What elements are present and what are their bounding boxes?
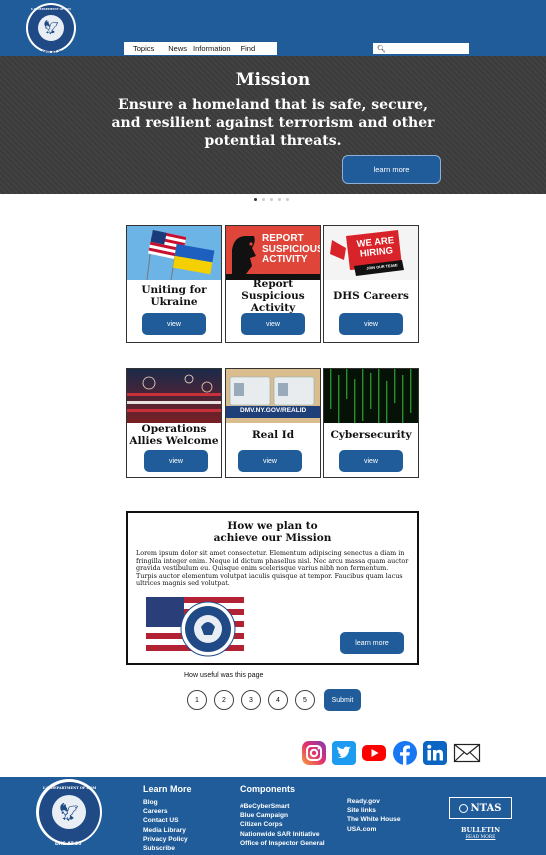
ntas-read-more-link[interactable]: READ MORE xyxy=(449,835,512,840)
hero-title: Mission xyxy=(235,70,311,90)
rating-option-2[interactable]: 2 xyxy=(214,690,234,710)
footer-link-becybersmart[interactable]: #BeCyberSmart xyxy=(240,802,325,811)
card-real-id: DMV.NY.GOV/REALID Real Id view xyxy=(225,368,321,478)
facebook-icon[interactable] xyxy=(392,740,418,766)
footer-link-blog[interactable]: Blog xyxy=(143,798,188,807)
plan-title: How we plan to achieve our Mission xyxy=(213,520,332,544)
rating-submit-button[interactable]: Submit xyxy=(324,689,361,711)
usefulness-question: How useful was this page xyxy=(184,672,264,679)
report-suspicious-activity-graphic-text: REPORT SUSPICIOUS ACTIVITY xyxy=(262,233,320,265)
footer-components-links: #BeCyberSmart Blue Campaign Citizen Corp… xyxy=(240,802,325,848)
footer-link-usa-com[interactable]: USA.com xyxy=(347,825,400,834)
card-title: DHS Careers xyxy=(333,290,409,302)
carousel-dot-4[interactable] xyxy=(278,198,281,201)
nav-item-news[interactable]: News xyxy=(168,44,187,53)
carousel-dot-5[interactable] xyxy=(286,198,289,201)
dhs-seal-flag-image xyxy=(146,597,244,659)
footer-link-white-house[interactable]: The White House xyxy=(347,815,400,824)
carousel-dot-3[interactable] xyxy=(270,198,273,201)
footer-link-contact-us[interactable]: Contact US xyxy=(143,816,188,825)
rating-option-3[interactable]: 3 xyxy=(241,690,261,710)
footer-link-privacy-policy[interactable]: Privacy Policy xyxy=(143,835,188,844)
report-suspicious-activity-image: REPORT SUSPICIOUS ACTIVITY xyxy=(226,226,320,280)
footer-eagle-icon: 🦅︎ xyxy=(52,795,86,829)
card-view-button[interactable]: view xyxy=(339,450,403,472)
real-id-cards-image: DMV.NY.GOV/REALID xyxy=(226,369,320,423)
linkedin-icon[interactable] xyxy=(422,740,448,766)
footer-learn-more-heading: Learn More xyxy=(143,784,192,794)
email-icon[interactable] xyxy=(453,740,481,766)
ntas-bulletin-label: BULLETIN xyxy=(460,826,501,834)
ntas-emblem-icon xyxy=(459,803,469,813)
us-ukraine-flags-image xyxy=(127,226,221,280)
seal-ring-text: U.S. DEPARTMENT OF HOMELAND SECURITY xyxy=(31,8,71,11)
nav-item-find[interactable]: Find xyxy=(241,44,256,53)
footer-seal-badge-text: DHS AT 20 xyxy=(55,842,82,847)
card-title: Real Id xyxy=(251,429,295,441)
search-input[interactable] xyxy=(388,44,469,53)
carousel-dot-1[interactable] xyxy=(254,198,257,201)
plan-body-text: Lorem ipsum dolor sit amet consectetur. … xyxy=(136,549,409,588)
card-view-button[interactable]: view xyxy=(144,450,208,472)
instagram-icon[interactable] xyxy=(301,740,327,766)
rating-option-1[interactable]: 1 xyxy=(187,690,207,710)
footer-link-site-links[interactable]: Site links xyxy=(347,806,400,815)
matrix-code-image xyxy=(324,369,418,423)
we-are-hiring-image: WE ARE HIRING JOIN OUR TEAM! xyxy=(324,226,418,280)
nav-item-topics[interactable]: Topics xyxy=(133,44,154,53)
card-view-button[interactable]: view xyxy=(241,313,305,335)
card-title: Report Suspicious Activity xyxy=(241,278,305,314)
footer-link-subscribe[interactable]: Subscribe xyxy=(143,844,188,853)
search-icon[interactable]: 🔍︎ xyxy=(377,45,386,53)
footer-components-heading: Components xyxy=(240,784,295,794)
seal-badge-text: DHS AT 20 xyxy=(42,50,63,54)
rating-option-5[interactable]: 5 xyxy=(295,690,315,710)
footer-link-ready-gov[interactable]: Ready.gov xyxy=(347,797,400,806)
hero-mission-text: Ensure a homeland that is safe, secure, … xyxy=(111,97,435,149)
card-view-button[interactable]: view xyxy=(142,313,206,335)
footer-seal-ring-text: U.S. DEPARTMENT OF HOMELAND SECURITY xyxy=(42,785,96,790)
footer-link-inspector-general[interactable]: Office of Inspector General xyxy=(240,839,325,848)
ntas-logo-text: NTAS xyxy=(470,802,502,814)
footer-link-citizen-corps[interactable]: Citizen Corps xyxy=(240,820,325,829)
card-report-suspicious-activity: REPORT SUSPICIOUS ACTIVITY Report Suspic… xyxy=(225,225,321,343)
plan-learn-more-button[interactable]: learn more xyxy=(340,632,404,654)
footer-other-links: Ready.gov Site links The White House USA… xyxy=(347,797,400,834)
us-flag-fireworks-image xyxy=(127,369,221,423)
card-view-button[interactable]: view xyxy=(238,450,302,472)
footer-link-careers[interactable]: Careers xyxy=(143,807,188,816)
card-view-button[interactable]: view xyxy=(339,313,403,335)
top-header-bar: 🦅︎ U.S. DEPARTMENT OF HOMELAND SECURITY … xyxy=(0,0,546,56)
ntas-logo: NTAS xyxy=(449,797,512,819)
ntas-bulletin-widget[interactable]: NTAS BULLETIN READ MORE xyxy=(449,797,512,843)
card-title: Cybersecurity xyxy=(330,429,412,441)
card-dhs-careers: WE ARE HIRING JOIN OUR TEAM! DHS Careers… xyxy=(323,225,419,343)
hero-learn-more-button[interactable]: learn more xyxy=(342,155,441,184)
footer-link-nationwide-sar[interactable]: Nationwide SAR Initiative xyxy=(240,830,325,839)
footer-learn-more-links: Blog Careers Contact US Media Library Pr… xyxy=(143,798,188,853)
hero-banner: Mission Ensure a homeland that is safe, … xyxy=(0,56,546,194)
footer-link-blue-campaign[interactable]: Blue Campaign xyxy=(240,811,325,820)
eagle-icon: 🦅︎ xyxy=(38,15,64,41)
carousel-dot-2[interactable] xyxy=(262,198,265,201)
rating-option-4[interactable]: 4 xyxy=(268,690,288,710)
real-id-url-text: DMV.NY.GOV/REALID xyxy=(240,407,307,414)
mission-plan-section: How we plan to achieve our Mission Lorem… xyxy=(126,511,419,665)
search-bar: 🔍︎ xyxy=(373,43,469,54)
card-uniting-for-ukraine: Uniting for Ukraine view xyxy=(126,225,222,343)
nav-item-information[interactable]: Information xyxy=(193,44,231,53)
footer-link-media-library[interactable]: Media Library xyxy=(143,826,188,835)
carousel-dots xyxy=(254,198,289,201)
card-operations-allies-welcome: Operations Allies Welcome view xyxy=(126,368,222,478)
footer-dhs-seal-logo[interactable]: 🦅︎ U.S. DEPARTMENT OF HOMELAND SECURITY … xyxy=(36,779,102,847)
card-title: Operations Allies Welcome xyxy=(129,423,219,447)
card-cybersecurity: Cybersecurity view xyxy=(323,368,419,478)
card-title: Uniting for Ukraine xyxy=(141,284,207,308)
dhs-seal-logo[interactable]: 🦅︎ U.S. DEPARTMENT OF HOMELAND SECURITY … xyxy=(26,3,76,54)
main-nav: Topics News Information Find xyxy=(124,42,277,55)
youtube-icon[interactable] xyxy=(361,740,387,766)
twitter-icon[interactable] xyxy=(331,740,357,766)
